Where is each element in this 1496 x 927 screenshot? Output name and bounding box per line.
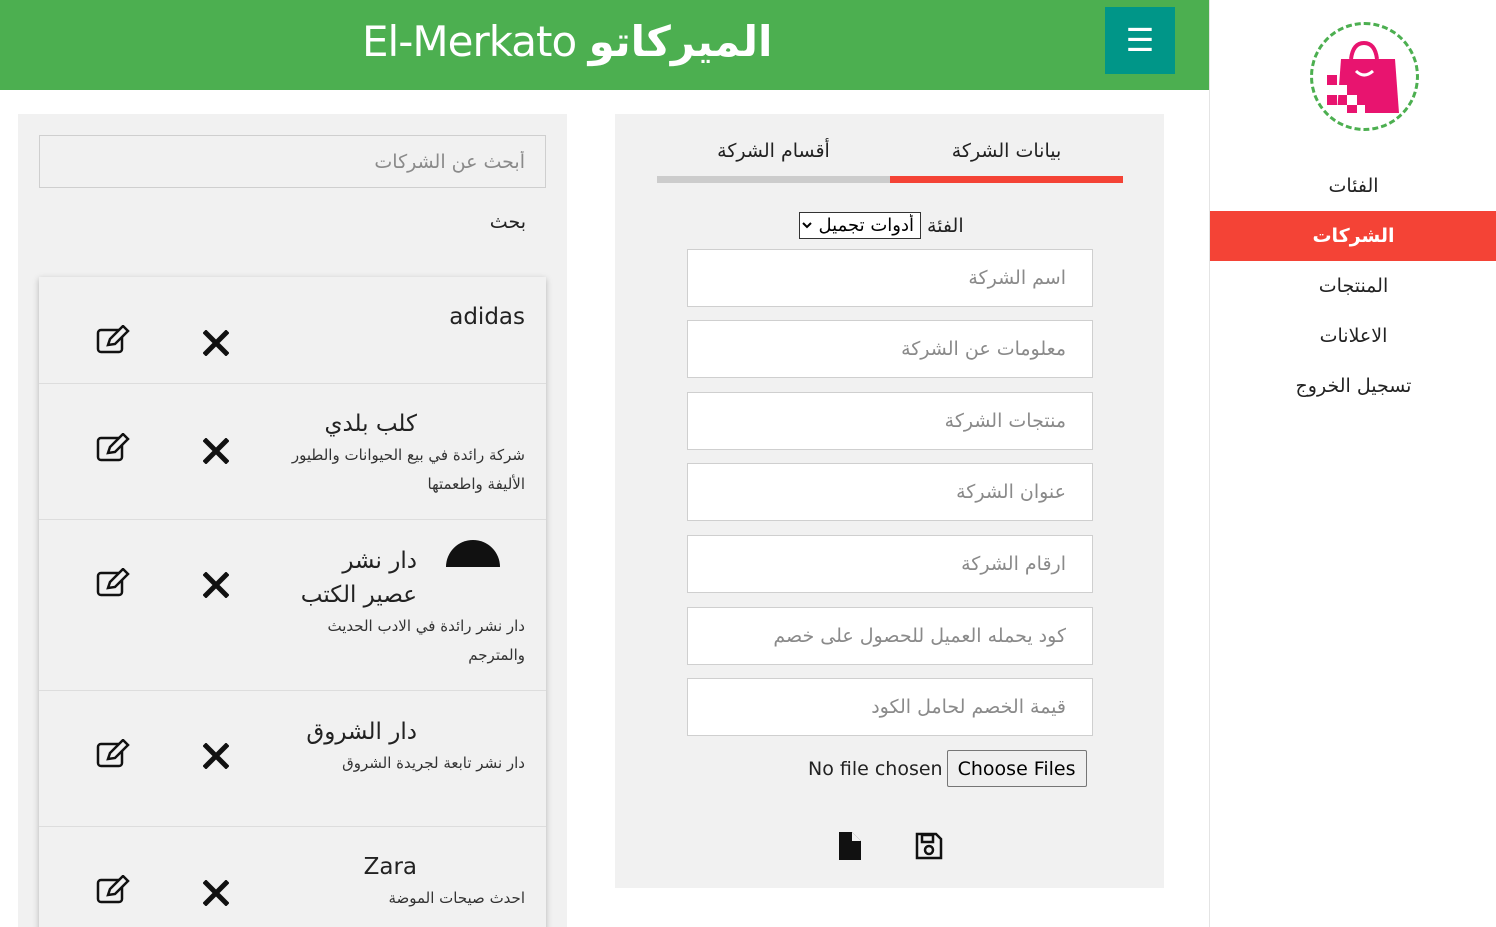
shopping-bag-logo-icon: [1310, 22, 1419, 131]
company-name: دار الشروق: [306, 719, 417, 745]
brand-latin: El-Merkato: [362, 17, 577, 66]
file-status: No file chosen: [808, 757, 943, 780]
form-tabs: بيانات الشركة أقسام الشركة: [657, 132, 1123, 183]
delete-icon[interactable]: [202, 437, 230, 465]
edit-icon[interactable]: [96, 324, 130, 355]
save-icon[interactable]: [915, 832, 943, 860]
company-text: Zara احدث صيحات الموضة: [285, 850, 525, 913]
company-description: احدث صيحات الموضة: [388, 889, 525, 907]
edit-icon[interactable]: [96, 738, 130, 769]
company-card[interactable]: دار الشروق دار نشر تابعة لجريدة الشروق: [39, 691, 546, 827]
edit-icon[interactable]: [96, 567, 130, 598]
companies-list: adidas كلب بلدي شركة رائدة في بيع الحيوا…: [39, 277, 546, 927]
category-select[interactable]: أدوات تجميل: [799, 212, 921, 239]
tab-company-data[interactable]: بيانات الشركة: [890, 132, 1123, 183]
delete-icon[interactable]: [202, 742, 230, 770]
category-row: الفئة أدوات تجميل: [799, 212, 964, 239]
discount-code-input[interactable]: [687, 607, 1093, 665]
hamburger-menu-button[interactable]: ☰: [1105, 7, 1175, 74]
companies-list-panel: بحث adidas كلب بلدي شركة رائدة في بيع ال…: [18, 114, 567, 927]
company-products-input[interactable]: [687, 392, 1093, 450]
company-description: دار نشر تابعة لجريدة الشروق: [342, 754, 525, 772]
company-info-input[interactable]: [687, 320, 1093, 378]
app-header: El-Merkato الميركاتو ☰: [0, 0, 1209, 90]
company-description: دار نشر رائدة في الادب الحديث والمترجم: [327, 617, 525, 664]
search-button[interactable]: بحث: [490, 211, 526, 233]
sidebar: الفئات الشركات المنتجات الاعلانات تسجيل …: [1209, 0, 1496, 927]
sidebar-item-logout[interactable]: تسجيل الخروج: [1210, 361, 1496, 411]
sidebar-item-companies[interactable]: الشركات: [1210, 211, 1496, 261]
company-description: شركة رائدة في بيع الحيوانات والطيور الأل…: [291, 446, 525, 493]
company-phones-input[interactable]: [687, 535, 1093, 593]
company-name: دار نشر عصير الكتب: [300, 548, 417, 608]
company-card[interactable]: كلب بلدي شركة رائدة في بيع الحيوانات وال…: [39, 384, 546, 520]
file-upload-row: No file chosen Choose Files: [808, 750, 1087, 787]
delete-icon[interactable]: [202, 329, 230, 357]
company-name: كلب بلدي: [324, 411, 417, 437]
discount-value-input[interactable]: [687, 678, 1093, 736]
edit-icon[interactable]: [96, 874, 130, 905]
hamburger-icon: ☰: [1125, 22, 1155, 58]
brand-title: El-Merkato الميركاتو: [362, 14, 774, 70]
tab-company-sections[interactable]: أقسام الشركة: [657, 132, 890, 183]
delete-icon[interactable]: [202, 571, 230, 599]
company-card[interactable]: adidas: [39, 277, 546, 384]
choose-files-button[interactable]: Choose Files: [946, 750, 1087, 787]
sidebar-item-categories[interactable]: الفئات: [1210, 161, 1496, 211]
company-name-input[interactable]: [687, 249, 1093, 307]
edit-icon[interactable]: [96, 432, 130, 463]
company-text: كلب بلدي شركة رائدة في بيع الحيوانات وال…: [285, 407, 525, 499]
company-name: Zara: [363, 854, 417, 880]
search-companies-input[interactable]: [39, 135, 546, 188]
sidebar-item-ads[interactable]: الاعلانات: [1210, 311, 1496, 361]
company-card[interactable]: دار نشر عصير الكتب دار نشر رائدة في الاد…: [39, 520, 546, 691]
company-text: دار نشر عصير الكتب دار نشر رائدة في الاد…: [285, 544, 525, 670]
sidebar-item-products[interactable]: المنتجات: [1210, 261, 1496, 311]
brand-arabic: الميركاتو: [588, 17, 774, 66]
company-text: دار الشروق دار نشر تابعة لجريدة الشروق: [285, 715, 525, 778]
company-card[interactable]: Zara احدث صيحات الموضة: [39, 827, 546, 927]
sidebar-nav: الفئات الشركات المنتجات الاعلانات تسجيل …: [1210, 161, 1496, 411]
category-label: الفئة: [927, 214, 964, 237]
company-name: adidas: [449, 304, 525, 330]
company-text: adidas: [285, 300, 525, 334]
company-address-input[interactable]: [687, 463, 1093, 521]
delete-icon[interactable]: [202, 879, 230, 907]
new-file-icon[interactable]: [836, 832, 864, 860]
